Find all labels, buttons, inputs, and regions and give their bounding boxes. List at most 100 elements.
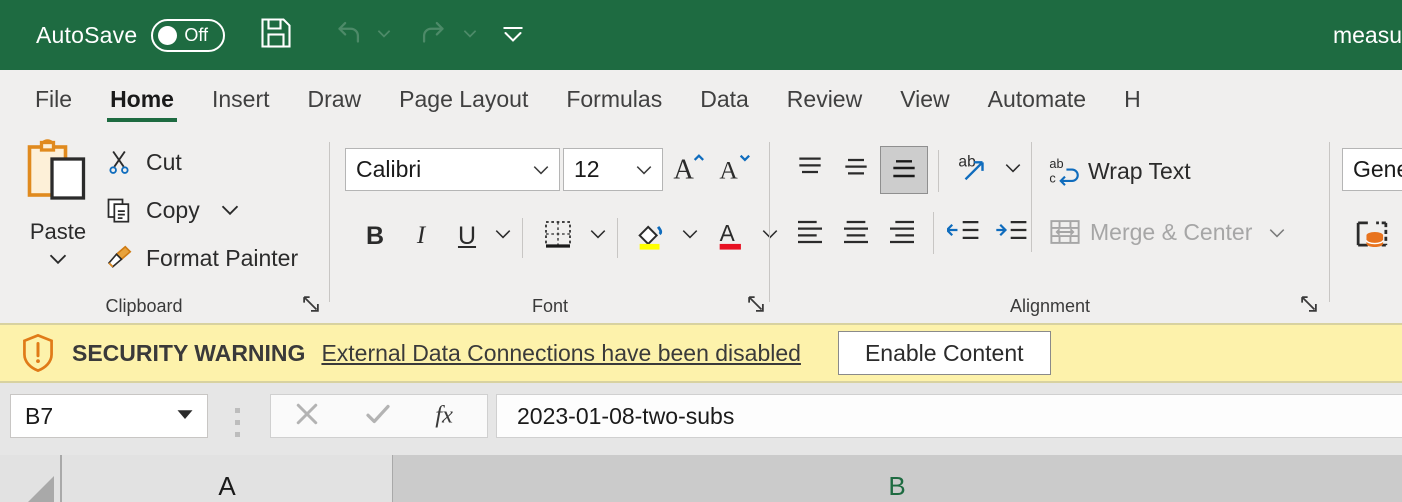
- undo-button[interactable]: [325, 0, 371, 70]
- drag-dot: [235, 420, 240, 425]
- shrink-font-icon: A: [718, 151, 752, 188]
- copy-button[interactable]: Copy: [100, 188, 240, 232]
- select-all-button[interactable]: [0, 455, 62, 502]
- top-align-button[interactable]: [788, 150, 832, 190]
- formula-bar-drag-handle[interactable]: [235, 408, 240, 444]
- drag-dot: [235, 432, 240, 437]
- ribbon-tab-strip: File Home Insert Draw Page Layout Formul…: [0, 70, 1402, 128]
- clipboard-paste-icon: [21, 138, 95, 215]
- tab-label: Draw: [307, 85, 362, 112]
- paste-button[interactable]: Paste: [16, 138, 100, 288]
- tab-label: Review: [786, 85, 863, 112]
- tab-page-layout[interactable]: Page Layout: [380, 70, 547, 128]
- underline-button[interactable]: U: [447, 216, 487, 256]
- increase-indent-button[interactable]: [988, 210, 1036, 254]
- redo-dropdown-button[interactable]: [457, 0, 483, 70]
- column-header-label: A: [218, 471, 236, 501]
- tab-help[interactable]: H: [1105, 70, 1160, 128]
- italic-button[interactable]: I: [401, 216, 441, 256]
- middle-align-button[interactable]: [834, 150, 878, 190]
- autosave-toggle[interactable]: Off: [151, 18, 226, 52]
- decrease-font-size-button[interactable]: A: [714, 148, 756, 191]
- paintbrush-icon: [100, 243, 138, 273]
- chevron-down-icon[interactable]: [175, 407, 195, 426]
- format-painter-label: Format Painter: [146, 244, 299, 271]
- name-box[interactable]: B7: [10, 394, 208, 438]
- tab-home[interactable]: Home: [91, 70, 193, 128]
- bold-button[interactable]: B: [355, 216, 395, 256]
- formula-input[interactable]: 2023-01-08-two-subs: [496, 394, 1402, 438]
- number-format-combo[interactable]: Gener: [1342, 148, 1402, 191]
- font-name-combo[interactable]: Calibri: [345, 148, 560, 191]
- fx-icon[interactable]: fx: [434, 398, 466, 435]
- wrap-text-button[interactable]: ab c Wrap Text: [1048, 150, 1191, 192]
- increase-font-size-button[interactable]: A: [668, 148, 710, 191]
- underline-dropdown-button[interactable]: [488, 216, 518, 256]
- merge-dropdown-caret-icon[interactable]: [1268, 219, 1286, 246]
- alignment-dialog-launcher[interactable]: [1298, 293, 1320, 315]
- redo-button[interactable]: [411, 0, 457, 70]
- tab-automate[interactable]: Automate: [969, 70, 1105, 128]
- save-button[interactable]: [247, 0, 305, 70]
- chevron-down-icon: [532, 156, 550, 183]
- tab-data[interactable]: Data: [681, 70, 768, 128]
- column-header-a[interactable]: A: [62, 455, 392, 502]
- font-size-combo[interactable]: 12: [563, 148, 663, 191]
- align-right-button[interactable]: [880, 210, 924, 254]
- paste-dropdown-caret-icon[interactable]: [48, 251, 68, 272]
- tab-label: Insert: [211, 85, 270, 112]
- font-dialog-launcher[interactable]: [745, 293, 767, 315]
- enable-content-button[interactable]: Enable Content: [837, 331, 1051, 375]
- column-header-label: B: [888, 471, 906, 501]
- ribbon-group-clipboard: Paste Cut Copy Format Painter Clipboard: [0, 128, 330, 323]
- security-warning-message: External Data Connections have been disa…: [321, 339, 801, 366]
- drag-dot: [235, 408, 240, 413]
- customize-quick-access-toolbar-button[interactable]: [493, 0, 533, 70]
- align-center-button[interactable]: [834, 210, 878, 254]
- formula-bar-buttons: fx: [270, 394, 488, 438]
- svg-text:fx: fx: [436, 401, 454, 428]
- fill-color-icon: [634, 217, 668, 256]
- confirm-check-icon[interactable]: [363, 399, 393, 434]
- undo-arrow-icon: [331, 16, 365, 55]
- tab-insert[interactable]: Insert: [193, 70, 289, 128]
- tab-formulas[interactable]: Formulas: [547, 70, 681, 128]
- align-left-icon: [794, 216, 826, 249]
- format-painter-button[interactable]: Format Painter: [100, 236, 298, 280]
- svg-text:ab: ab: [1049, 156, 1063, 171]
- cancel-x-icon[interactable]: [292, 399, 322, 434]
- column-header-b[interactable]: B: [392, 455, 1402, 502]
- chevron-down-icon: [375, 24, 393, 47]
- security-warning-title: SECURITY WARNING: [72, 339, 306, 366]
- copy-dropdown-caret-icon[interactable]: [220, 197, 240, 224]
- number-format-value: Gener: [1353, 156, 1402, 182]
- merge-and-center-button[interactable]: Merge & Center: [1048, 210, 1286, 254]
- align-left-button[interactable]: [788, 210, 832, 254]
- clipboard-dialog-launcher[interactable]: [300, 293, 322, 315]
- merge-cells-icon: [1048, 217, 1082, 247]
- borders-button[interactable]: [535, 214, 581, 258]
- align-middle-icon: [840, 154, 872, 187]
- tab-draw[interactable]: Draw: [289, 70, 381, 128]
- tab-file[interactable]: File: [16, 70, 91, 128]
- security-warning-bar: SECURITY WARNING External Data Connectio…: [0, 323, 1402, 383]
- cut-button[interactable]: Cut: [100, 140, 182, 184]
- data-type-dropdown-button[interactable]: [1396, 216, 1402, 256]
- document-title-text: measu: [1332, 21, 1402, 48]
- fill-color-dropdown-button[interactable]: [675, 216, 705, 256]
- orientation-button[interactable]: ab: [950, 146, 998, 194]
- decrease-indent-button[interactable]: [940, 210, 988, 254]
- fill-color-button[interactable]: [628, 212, 674, 260]
- data-type-button[interactable]: [1348, 212, 1396, 260]
- tab-view[interactable]: View: [881, 70, 968, 128]
- font-color-button[interactable]: A: [708, 212, 754, 260]
- bold-label: B: [365, 221, 385, 250]
- undo-dropdown-button[interactable]: [371, 0, 397, 70]
- font-color-icon: A: [714, 217, 748, 256]
- title-bar: AutoSave Off measu: [0, 0, 1402, 70]
- orientation-dropdown-button[interactable]: [998, 150, 1028, 190]
- bottom-align-button[interactable]: [880, 146, 928, 194]
- tab-review[interactable]: Review: [768, 70, 881, 128]
- decrease-indent-icon: [945, 216, 981, 249]
- borders-dropdown-button[interactable]: [583, 216, 613, 256]
